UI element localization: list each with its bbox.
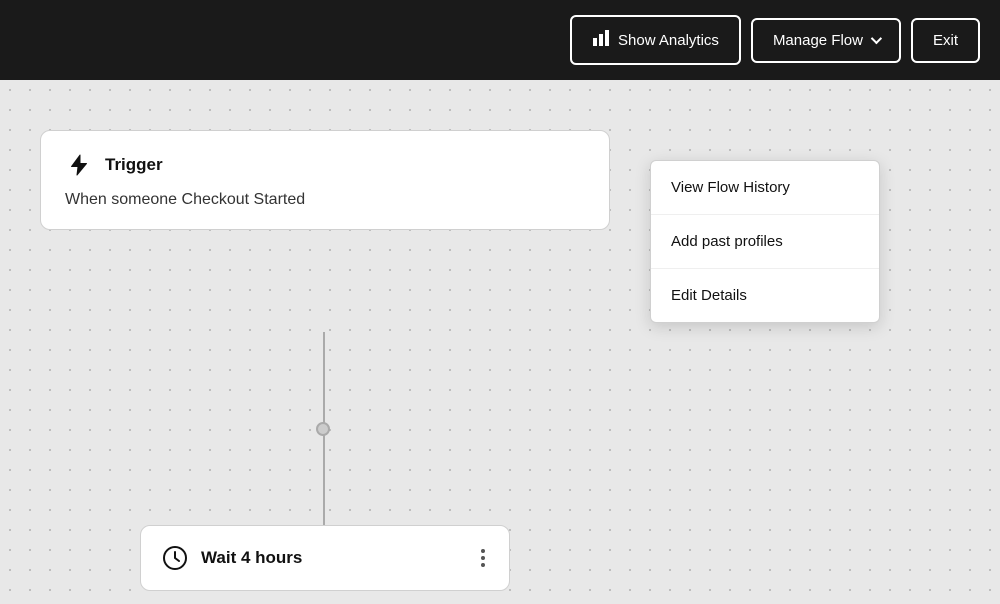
trigger-header: Trigger bbox=[65, 151, 585, 179]
wait-title: Wait 4 hours bbox=[201, 548, 302, 568]
dropdown-item-edit-details[interactable]: Edit Details bbox=[651, 269, 879, 322]
header: Show Analytics Manage Flow Exit bbox=[0, 0, 1000, 80]
trigger-description: When someone Checkout Started bbox=[65, 191, 585, 209]
wait-left: Wait 4 hours bbox=[161, 544, 302, 572]
more-options-button[interactable] bbox=[477, 545, 489, 571]
flow-canvas: Trigger When someone Checkout Started Wa… bbox=[0, 80, 1000, 604]
dot2 bbox=[481, 556, 485, 560]
clock-icon bbox=[161, 544, 189, 572]
trigger-title: Trigger bbox=[105, 155, 163, 175]
trigger-node[interactable]: Trigger When someone Checkout Started bbox=[40, 130, 610, 230]
manage-flow-button[interactable]: Manage Flow bbox=[751, 18, 901, 63]
manage-flow-label: Manage Flow bbox=[773, 32, 863, 49]
dot1 bbox=[481, 549, 485, 553]
dropdown-item-add-past-profiles[interactable]: Add past profiles bbox=[651, 215, 879, 269]
connector-dot bbox=[316, 422, 330, 436]
chevron-down-icon bbox=[871, 33, 882, 44]
dot3 bbox=[481, 563, 485, 567]
manage-flow-dropdown: View Flow History Add past profiles Edit… bbox=[650, 160, 880, 323]
analytics-icon bbox=[592, 29, 610, 51]
show-analytics-label: Show Analytics bbox=[618, 32, 719, 49]
wait-node[interactable]: Wait 4 hours bbox=[140, 525, 510, 591]
exit-label: Exit bbox=[933, 32, 958, 49]
exit-button[interactable]: Exit bbox=[911, 18, 980, 63]
dropdown-item-view-flow-history[interactable]: View Flow History bbox=[651, 161, 879, 215]
show-analytics-button[interactable]: Show Analytics bbox=[570, 15, 741, 65]
lightning-icon bbox=[65, 151, 93, 179]
